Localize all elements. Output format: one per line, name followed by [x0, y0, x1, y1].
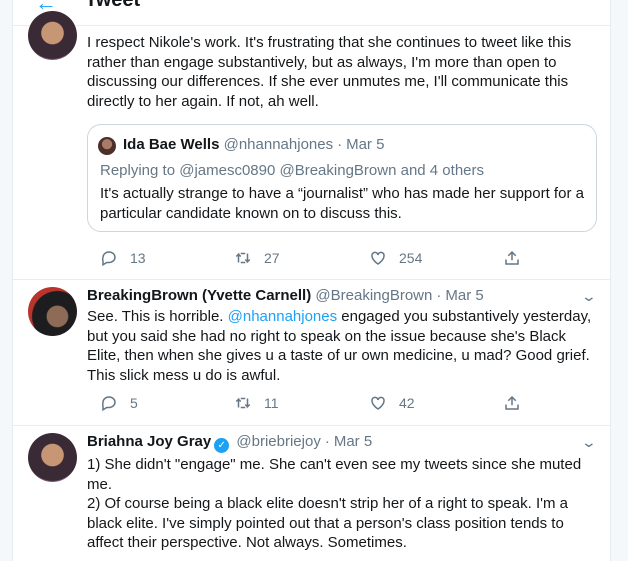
reply-count: 13: [130, 250, 146, 266]
timestamp[interactable]: Mar 5: [445, 287, 483, 304]
reply-button[interactable]: 5: [100, 391, 138, 415]
like-count: 254: [399, 250, 423, 266]
quote-handle: @nhannahjones: [223, 136, 334, 153]
tweet-author-row: BreakingBrown (Yvette Carnell) @Breaking…: [87, 286, 484, 306]
handle[interactable]: @BreakingBrown: [315, 287, 432, 304]
share-icon: [505, 395, 519, 410]
retweet-button[interactable]: 11: [234, 391, 279, 415]
tweet[interactable]: Briahna Joy Gray ✓ @briebriejoy · Mar 5 ⌄ 1…: [13, 426, 610, 561]
tweet[interactable]: BreakingBrown (Yvette Carnell) @Breaking…: [13, 280, 610, 426]
share-button[interactable]: [503, 246, 533, 270]
retweet-icon: [235, 252, 251, 264]
quote-display-name: Ida Bae Wells: [123, 136, 220, 153]
quote-replying-to: Replying to @jamesc0890 @BreakingBrown a…: [100, 162, 484, 179]
verified-badge-icon: ✓: [214, 438, 230, 453]
share-button[interactable]: [503, 391, 533, 415]
separator-dot: ·: [337, 136, 343, 153]
left-gutter: [0, 0, 12, 561]
reply-count: 5: [130, 395, 138, 411]
retweet-count: 11: [264, 395, 279, 411]
quote-text: It's actually strange to have a “journal…: [100, 185, 584, 222]
display-name[interactable]: Briahna Joy Gray: [87, 433, 211, 450]
tweet-actions: 13 27 254: [87, 246, 527, 270]
timestamp[interactable]: Mar 5: [334, 433, 372, 450]
heart-icon: [371, 396, 385, 410]
tweet-thread: ← Tweet I respect Nikole's work. It's fr…: [12, 0, 611, 561]
tweet-text-part: See. This is horrible.: [87, 308, 228, 325]
reply-icon: [101, 396, 116, 412]
like-button[interactable]: 254: [369, 246, 422, 270]
separator-dot: ·: [324, 433, 330, 450]
quote-author-row: Ida Bae Wells @nhannahjones · Mar 5: [123, 135, 384, 155]
retweet-button[interactable]: 27: [234, 246, 280, 270]
heart-icon: [371, 251, 385, 265]
tweet-text: I respect Nikole's work. It's frustratin…: [87, 34, 576, 110]
like-button[interactable]: 42: [369, 391, 415, 415]
avatar[interactable]: [28, 287, 77, 336]
avatar[interactable]: [28, 11, 77, 60]
reply-button[interactable]: 13: [100, 246, 146, 270]
avatar[interactable]: [28, 433, 77, 482]
retweet-count: 27: [264, 250, 280, 266]
quoted-tweet[interactable]: Ida Bae Wells @nhannahjones · Mar 5 Replyi…: [87, 124, 597, 232]
chevron-down-icon[interactable]: ⌄: [581, 288, 597, 305]
mention-link[interactable]: @nhannahjones: [228, 308, 337, 325]
chevron-down-icon[interactable]: ⌄: [581, 434, 597, 451]
retweet-icon: [235, 397, 251, 409]
display-name[interactable]: BreakingBrown (Yvette Carnell): [87, 287, 311, 304]
reply-icon: [101, 251, 116, 267]
tweet-text: 1) She didn't "engage" me. She can't eve…: [87, 456, 582, 551]
tweet-actions: 5 11 42: [87, 391, 527, 415]
tweet-text: See. This is horrible. @nhannahjones eng…: [87, 307, 597, 385]
tweet[interactable]: I respect Nikole's work. It's frustratin…: [13, 0, 610, 280]
separator-dot: ·: [436, 287, 442, 304]
like-count: 42: [399, 395, 415, 411]
share-icon: [505, 250, 519, 265]
quote-avatar: [98, 137, 116, 155]
right-gutter: [611, 0, 628, 561]
tweet-author-row: Briahna Joy Gray ✓ @briebriejoy · Mar 5: [87, 432, 372, 453]
quote-timestamp: Mar 5: [346, 136, 385, 153]
handle[interactable]: @briebriejoy: [236, 433, 320, 450]
